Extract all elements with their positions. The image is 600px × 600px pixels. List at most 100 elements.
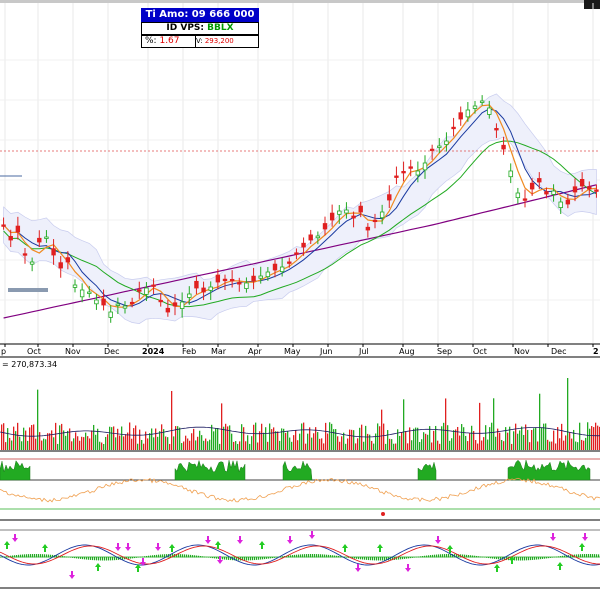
info-title: Ti Amo: 09 666 000 66 <box>141 8 259 34</box>
osc2-hist <box>480 556 482 558</box>
volume-bar <box>567 378 569 450</box>
candle-body <box>572 186 578 193</box>
volume-bar <box>63 430 65 450</box>
osc2-hist <box>272 557 274 559</box>
osc2-hist <box>380 557 382 561</box>
osc2-hist <box>494 557 496 559</box>
volume-bar <box>405 431 407 450</box>
volume-bar <box>327 433 329 450</box>
volume-bar <box>155 428 157 450</box>
volume-bar <box>269 423 271 450</box>
volume-bar <box>255 422 257 450</box>
osc2-hist <box>184 554 186 558</box>
osc2-hist <box>306 554 308 558</box>
osc2-hist <box>322 554 324 558</box>
candle-body <box>565 199 571 205</box>
candle-body <box>587 186 592 190</box>
volume-bar <box>455 429 457 450</box>
candle-body <box>237 282 242 285</box>
osc2-hist <box>516 557 518 561</box>
osc2-hist <box>40 554 42 558</box>
volume-bar <box>307 433 309 450</box>
candle-body <box>287 261 292 264</box>
candle-body <box>201 287 206 293</box>
volume-bar <box>3 423 5 450</box>
volume-bar <box>197 436 199 450</box>
volume-bar <box>319 438 321 450</box>
osc2-hist <box>22 554 24 558</box>
volume-bar <box>119 435 121 450</box>
osc2-hist <box>62 556 64 558</box>
volume-bar <box>515 423 517 450</box>
osc2-hist <box>406 557 408 559</box>
volume-bar <box>221 403 223 450</box>
osc2-hist <box>24 554 26 558</box>
volume-bar <box>375 433 377 450</box>
volume-bar <box>403 399 405 450</box>
candle-body <box>329 212 335 221</box>
volume-bar <box>225 423 227 450</box>
volume-bar <box>207 441 209 450</box>
osc2-hist <box>580 554 582 558</box>
vol-value: 293,200 <box>204 37 234 45</box>
volume-bar <box>439 443 441 450</box>
volume-bar <box>401 432 403 450</box>
volume-bar <box>469 433 471 450</box>
osc2-hist <box>90 557 92 560</box>
volume-bar <box>229 425 231 450</box>
candle-body <box>401 171 406 174</box>
stock-chart[interactable]: p Oct Nov Dec 2024 Feb Mar Apr May Jun Jul Aug Sep Oc… <box>0 0 600 600</box>
osc2-hist <box>354 557 356 559</box>
osc2-hist <box>178 554 180 558</box>
volume-bar <box>91 430 93 450</box>
volume-bar <box>499 432 501 450</box>
bollinger-band <box>3 93 597 324</box>
volume-bar <box>457 426 459 450</box>
osc2-hist <box>36 554 38 558</box>
buy-arrow <box>169 544 175 552</box>
pct-value: 1.67 <box>159 36 180 46</box>
volume-bar <box>55 422 57 450</box>
osc2-hist <box>398 557 400 560</box>
osc2-hist <box>206 556 208 558</box>
candle-body <box>129 301 135 305</box>
volume-bar <box>437 440 439 450</box>
osc2-hist <box>528 557 530 561</box>
osc2-hist <box>594 554 596 558</box>
candle-body <box>301 242 306 248</box>
volume-bar <box>565 435 567 450</box>
osc2-hist <box>582 554 584 558</box>
sell-arrow <box>287 536 293 544</box>
osc2-hist <box>154 555 156 558</box>
osc2-hist <box>430 555 432 558</box>
volume-bar <box>345 443 347 450</box>
candle-body <box>308 234 313 241</box>
volume-bar <box>211 424 213 450</box>
candle-body <box>44 236 49 239</box>
volume-bar <box>213 431 215 450</box>
candle-body <box>351 215 356 219</box>
volume-bar <box>475 440 477 450</box>
volume-bar <box>29 427 31 450</box>
id-label: ID VPS: <box>166 23 205 33</box>
volume-bar <box>277 431 279 450</box>
osc2-hist <box>312 554 314 558</box>
osc2-hist <box>334 555 336 558</box>
candle-body <box>208 286 213 291</box>
volume-bar <box>399 435 401 450</box>
osc2-hist <box>78 557 80 559</box>
oscillator-panel-1 <box>0 458 600 521</box>
volume-bar <box>37 389 39 450</box>
osc2-hist <box>488 557 490 559</box>
volume-bar <box>329 422 331 450</box>
volume-bar <box>35 438 37 450</box>
osc2-hist <box>144 556 146 558</box>
volume-bar <box>39 432 41 450</box>
osc2-hist <box>198 555 200 558</box>
volume-bar <box>291 441 293 450</box>
osc2-hist <box>146 555 148 558</box>
osc2-hist <box>160 554 162 558</box>
candle-body <box>358 205 363 213</box>
sell-arrow <box>355 564 361 572</box>
volume-bar <box>187 438 189 450</box>
